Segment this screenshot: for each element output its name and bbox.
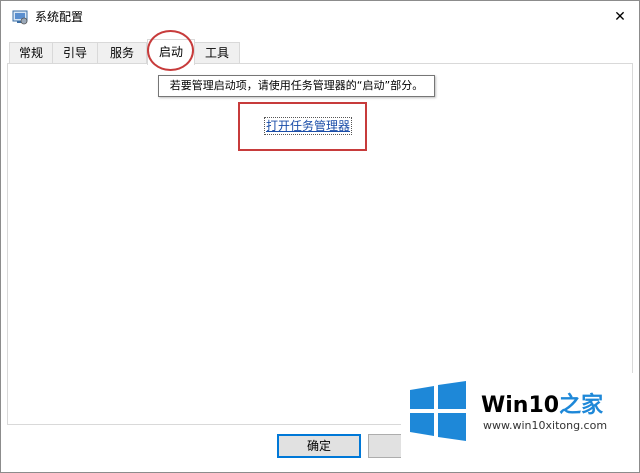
close-button[interactable]: ✕ [603,1,637,33]
watermark-brand-accent: 之家 [559,393,604,418]
close-icon: ✕ [614,9,626,25]
tab-tools[interactable]: 工具 [194,42,240,64]
tab-general[interactable]: 常规 [9,42,53,64]
watermark: Win10之家 www.win10xitong.com [401,373,639,472]
watermark-brand-main: Win10 [481,393,560,418]
startup-tooltip: 若要管理启动项，请使用任务管理器的“启动”部分。 [158,75,435,97]
startup-panel [7,63,633,425]
tab-startup[interactable]: 启动 [147,39,195,65]
window-title: 系统配置 [35,10,84,24]
watermark-brand: Win10之家 [481,387,603,419]
open-task-manager-link[interactable]: 打开任务管理器 [263,117,353,135]
system-config-window: 系统配置 ✕ 常规 引导 服务 启动 工具 若要管理启动项，请使用任务管理器的“… [0,0,640,473]
windows-logo-icon [410,381,466,441]
tab-boot[interactable]: 引导 [52,42,98,64]
watermark-url: www.win10xitong.com [483,419,608,432]
system-config-icon [12,10,28,25]
ok-button[interactable]: 确定 [277,434,361,458]
tab-bar: 常规 引导 服务 启动 工具 [1,33,639,65]
title-bar: 系统配置 ✕ [1,1,639,33]
tab-services[interactable]: 服务 [97,42,147,64]
